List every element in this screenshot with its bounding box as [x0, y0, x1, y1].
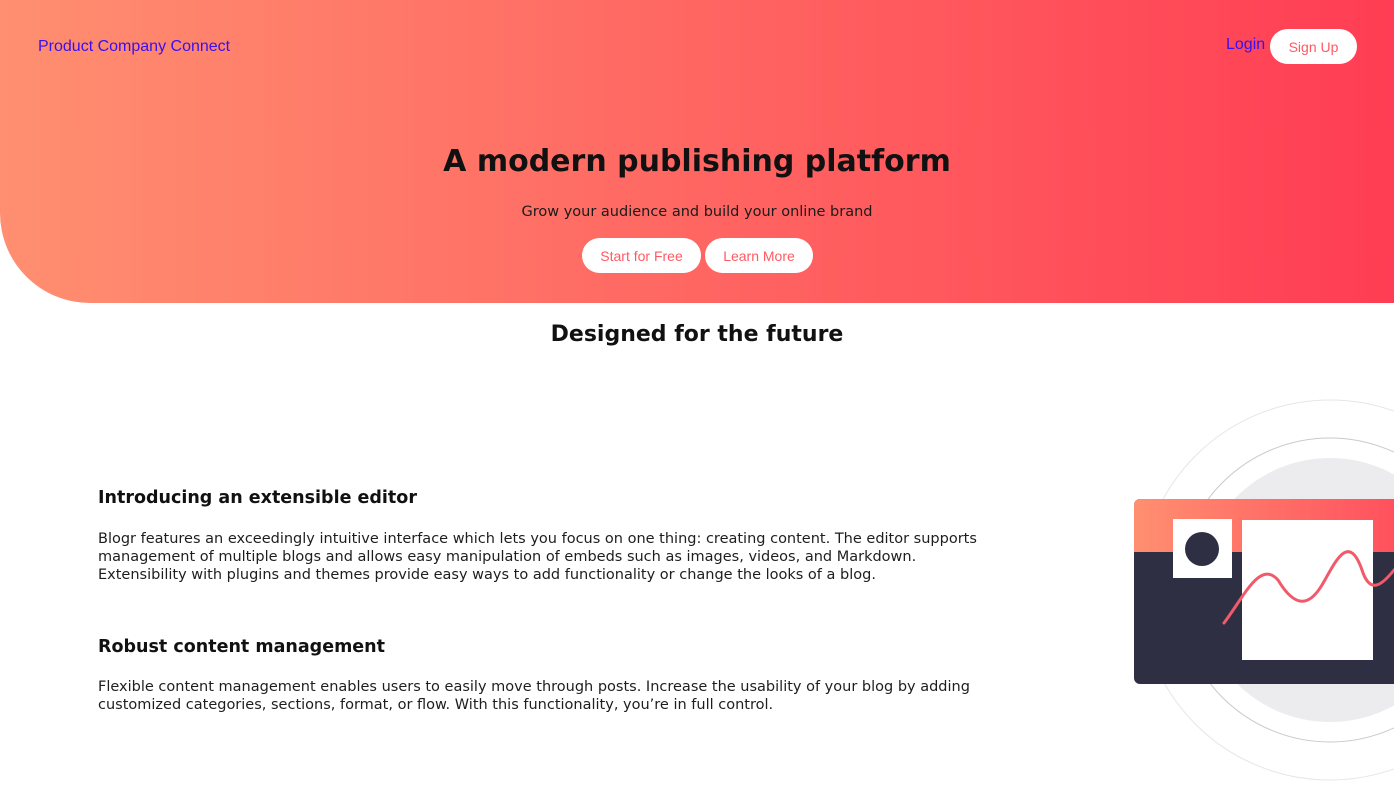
start-for-free-button[interactable]: Start for Free — [582, 238, 701, 273]
editor-illustration-icon — [1134, 399, 1394, 781]
feature-body-editor: Blogr features an exceedingly intuitive … — [98, 531, 977, 583]
hero-subtitle: Grow your audience and build your online… — [521, 204, 873, 220]
editor-illustration — [1100, 380, 1394, 795]
learn-more-button[interactable]: Learn More — [705, 238, 813, 273]
brand-logo-link[interactable]: Product Company Connect — [38, 38, 230, 56]
login-link[interactable]: Login — [1226, 36, 1265, 54]
feature-title-content-management: Robust content management — [98, 637, 385, 657]
feature-title-editor: Introducing an extensible editor — [98, 488, 417, 508]
section-title: Designed for the future — [550, 322, 844, 347]
signup-button[interactable]: Sign Up — [1270, 29, 1357, 64]
hero-title: A modern publishing platform — [443, 144, 951, 179]
feature-body-content-management: Flexible content management enables user… — [98, 679, 970, 713]
